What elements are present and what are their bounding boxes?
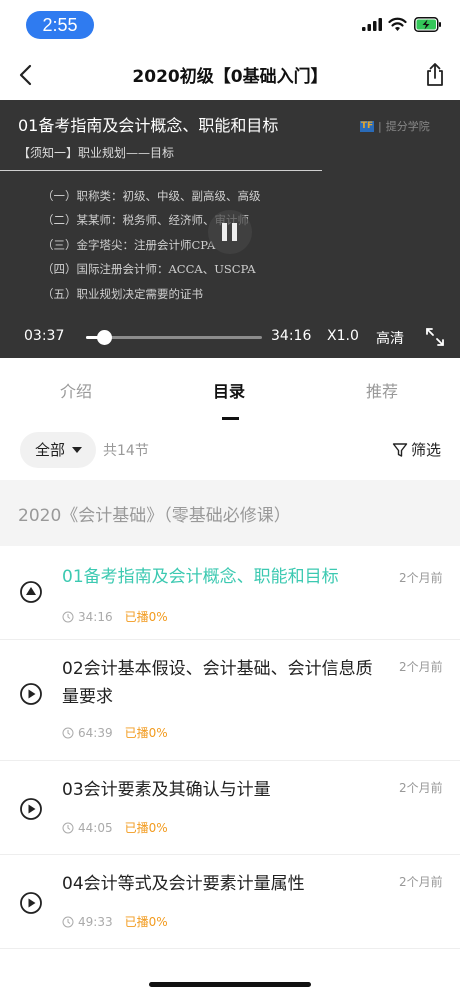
tab-intro[interactable]: 介绍: [60, 378, 92, 402]
home-indicator: [149, 982, 311, 987]
filter-button[interactable]: 筛选: [392, 439, 441, 460]
status-time: 2:55: [26, 11, 94, 39]
tab-catalog[interactable]: 目录: [213, 378, 245, 402]
play-circle-icon[interactable]: [19, 580, 43, 604]
slide-divider: [0, 170, 322, 171]
lesson-title: 02会计基本假设、会计基础、会计信息质量要求: [62, 659, 373, 707]
player-controls: 03:37 34:16 X1.0 高清: [0, 322, 460, 352]
lesson-duration: 34:16: [78, 609, 113, 624]
lesson-duration: 44:05: [78, 820, 113, 835]
lesson-duration: 64:39: [78, 725, 113, 740]
lesson-title: 04会计等式及会计要素计量属性: [62, 874, 305, 894]
lesson-progress: 已播0%: [124, 915, 168, 929]
video-player[interactable]: 01备考指南及会计概念、职能和目标 TF | 提分学院 【须知一】职业规划——目…: [0, 100, 460, 358]
progress-knob[interactable]: [97, 330, 112, 345]
clock-icon: [62, 916, 74, 927]
brand-name: 提分学院: [385, 120, 430, 133]
share-icon[interactable]: [422, 62, 448, 88]
video-slide-subtitle: 【须知一】职业规划——目标: [18, 146, 175, 160]
pause-icon-bar: [232, 223, 237, 241]
total-time: 34:16: [271, 328, 312, 344]
brand-logo: TF | 提分学院: [360, 118, 430, 134]
lesson-item[interactable]: 01备考指南及会计概念、职能和目标 2个月前 34:16 已播0%: [0, 546, 460, 640]
brand-logo-icon: TF: [360, 120, 374, 132]
lesson-progress: 已播0%: [124, 610, 168, 624]
pause-icon: [222, 223, 227, 241]
pause-button[interactable]: [208, 210, 252, 254]
brand-divider: |: [378, 119, 382, 133]
lesson-meta: 64:39 已播0%: [62, 724, 168, 741]
lesson-date: 2个月前: [399, 875, 443, 889]
caret-down-icon: [72, 447, 82, 453]
lesson-meta: 44:05 已播0%: [62, 819, 168, 836]
lesson-count: 共14节: [103, 443, 149, 459]
nav-bar: 2020初级【0基础入门】: [0, 50, 460, 100]
tab-recommend[interactable]: 推荐: [366, 378, 398, 402]
play-circle-icon[interactable]: [19, 682, 43, 706]
outline-line: （一）职称类：初级、中级、副高级、高级: [42, 189, 261, 203]
play-circle-icon[interactable]: [19, 797, 43, 821]
lesson-title: 01备考指南及会计概念、职能和目标: [62, 567, 339, 587]
lesson-progress: 已播0%: [124, 821, 168, 835]
current-time: 03:37: [24, 328, 65, 344]
clock-icon: [62, 727, 74, 738]
section-title: 2020《会计基础》（零基础必修课）: [18, 506, 291, 526]
outline-line: （四）国际注册会计师：ACCA、USCPA: [42, 262, 256, 277]
lesson-meta: 49:33 已播0%: [62, 913, 168, 930]
scope-dropdown-label: 全部: [35, 441, 66, 459]
scope-dropdown[interactable]: 全部: [20, 432, 96, 468]
tab-bar: 介绍 目录 推荐: [0, 358, 460, 424]
filter-button-label: 筛选: [411, 441, 442, 459]
signal-icon: [362, 18, 382, 31]
filter-funnel-icon: [392, 442, 408, 457]
section-header: 2020《会计基础》（零基础必修课）: [0, 480, 460, 546]
lesson-item[interactable]: 04会计等式及会计要素计量属性 2个月前 49:33 已播0%: [0, 855, 460, 949]
lesson-title: 03会计要素及其确认与计量: [62, 780, 271, 800]
lesson-list: 01备考指南及会计概念、职能和目标 2个月前 34:16 已播0% 02会计基本假设、会…: [0, 546, 460, 949]
video-slide-title: 01备考指南及会计概念、职能和目标: [18, 116, 279, 135]
wifi-icon: [388, 17, 407, 31]
clock-icon: [62, 611, 74, 622]
filter-row: 全部 共14节 筛选: [0, 424, 460, 480]
lesson-date: 2个月前: [399, 781, 443, 795]
lesson-item[interactable]: 03会计要素及其确认与计量 2个月前 44:05 已播0%: [0, 761, 460, 855]
quality-button[interactable]: 高清: [376, 328, 404, 348]
back-icon[interactable]: [14, 62, 40, 88]
battery-charging-icon: [414, 17, 441, 32]
lesson-date: 2个月前: [399, 571, 443, 585]
fullscreen-icon[interactable]: [424, 326, 446, 348]
lesson-meta: 34:16 已播0%: [62, 608, 168, 625]
lesson-progress: 已播0%: [124, 726, 168, 740]
page-title: 2020初级【0基础入门】: [132, 67, 328, 87]
status-bar: 2:55: [0, 0, 460, 50]
lesson-item[interactable]: 02会计基本假设、会计基础、会计信息质量要求 2个月前 64:39 已播0%: [0, 640, 460, 761]
progress-track[interactable]: [86, 336, 262, 339]
speed-button[interactable]: X1.0: [327, 328, 359, 344]
lesson-duration: 49:33: [78, 914, 113, 929]
play-circle-icon[interactable]: [19, 891, 43, 915]
outline-line: （五）职业规划决定需要的证书: [42, 286, 203, 301]
active-tab-indicator: [222, 417, 239, 420]
clock-icon: [62, 822, 74, 833]
lesson-date: 2个月前: [399, 660, 443, 674]
